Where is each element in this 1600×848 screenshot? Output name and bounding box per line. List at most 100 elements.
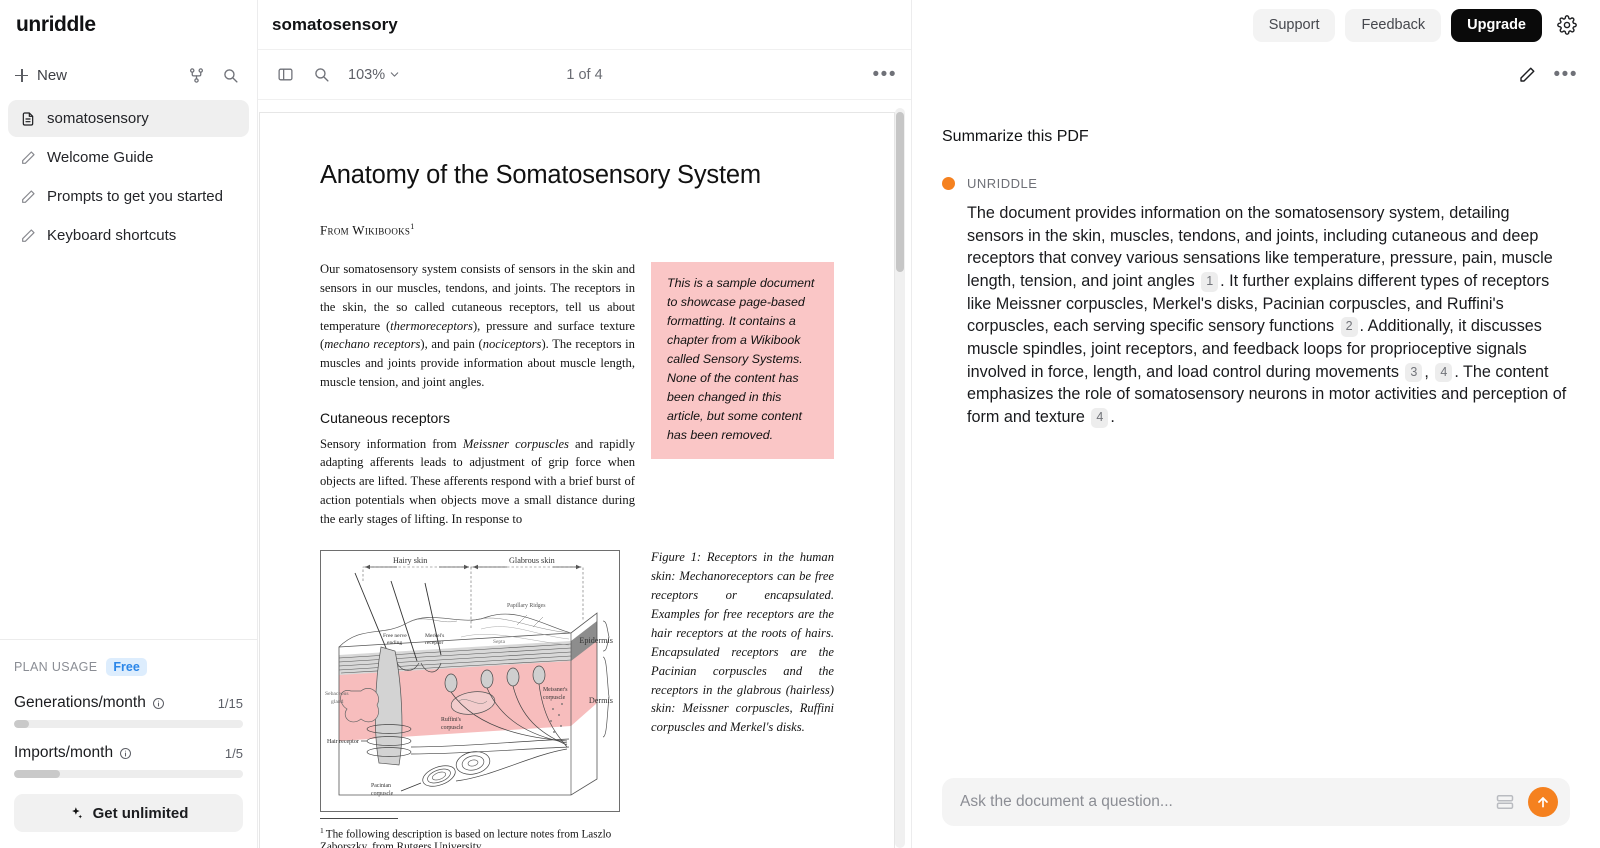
meter-generations-value: 1/15 xyxy=(217,695,243,711)
figure-label-hair-receptor: Hair receptor xyxy=(327,739,359,745)
sparkles-icon xyxy=(69,806,84,821)
document-title: Anatomy of the Somatosensory System xyxy=(320,161,761,189)
upgrade-button[interactable]: Upgrade xyxy=(1451,8,1542,42)
meter-generations: Generations/month 1/15 xyxy=(14,694,243,728)
pdf-page-1: Anatomy of the Somatosensory System From… xyxy=(259,112,895,848)
new-button[interactable]: New xyxy=(14,67,175,84)
sidebar: unriddle New somatosensory Welcome Guide… xyxy=(0,0,258,848)
plan-badge: Free xyxy=(106,658,147,676)
sidebar-item-welcome-guide[interactable]: Welcome Guide xyxy=(8,139,249,176)
support-button[interactable]: Support xyxy=(1252,8,1336,42)
answer-text: , xyxy=(1424,362,1434,381)
citation-badge[interactable]: 4 xyxy=(1435,362,1453,383)
info-icon[interactable] xyxy=(152,697,165,710)
meter-imports-bar xyxy=(14,770,243,778)
meter-generations-bar-fill xyxy=(14,720,30,728)
chat-input-box[interactable]: Ask the document a question... xyxy=(942,778,1570,826)
meter-imports-value: 1/5 xyxy=(224,745,243,761)
zoom-level-dropdown[interactable]: 103% xyxy=(344,65,404,85)
feedback-button[interactable]: Feedback xyxy=(1345,8,1442,42)
figure-label-merkels-receptor-2: receptor xyxy=(425,640,443,646)
figure-label-epidermis: Epidermis xyxy=(579,636,613,645)
new-button-label: New xyxy=(37,66,68,84)
send-button[interactable] xyxy=(1528,787,1558,817)
git-branch-icon[interactable] xyxy=(183,62,209,88)
search-icon[interactable] xyxy=(217,62,243,88)
cards-icon[interactable] xyxy=(1492,789,1518,815)
bot-answer-text: The document provides information on the… xyxy=(942,202,1570,429)
footnote-text: 1 The following description is based on l… xyxy=(320,826,635,848)
figure-label-ruffinis-corpuscle-2: corpuscle xyxy=(441,725,464,731)
get-unlimited-label: Get unlimited xyxy=(92,804,189,822)
panel-left-icon[interactable] xyxy=(272,62,298,88)
info-icon[interactable] xyxy=(119,747,132,760)
pdf-columns: Our somatosensory system consists of sen… xyxy=(320,260,834,542)
brand-logo[interactable]: unriddle xyxy=(0,0,257,50)
gear-icon[interactable] xyxy=(1552,10,1582,40)
sample-note-box: This is a sample document to showcase pa… xyxy=(651,262,834,460)
meter-imports-row: Imports/month 1/5 xyxy=(14,744,243,762)
edit-pencil-icon[interactable] xyxy=(1514,62,1540,88)
zoom-level-value: 103% xyxy=(348,66,386,83)
pencil-icon xyxy=(19,228,36,244)
meter-generations-label: Generations/month xyxy=(14,694,165,712)
document-paragraph-1: Our somatosensory system consists of sen… xyxy=(320,260,635,391)
chat-panel: Support Feedback Upgrade ••• Summarize t… xyxy=(912,0,1600,848)
figure-label-ruffinis-corpuscle: Ruffini's xyxy=(441,716,462,723)
sidebar-item-label: Keyboard shortcuts xyxy=(47,227,177,244)
chat-more-icon[interactable]: ••• xyxy=(1554,65,1578,84)
citation-badge[interactable]: 3 xyxy=(1405,362,1423,383)
pdf-search-icon[interactable] xyxy=(308,62,334,88)
citation-badge[interactable]: 2 xyxy=(1340,317,1358,337)
figure-label-pacinian-corpuscle: Pacinian xyxy=(371,783,391,789)
sidebar-actions-row: New xyxy=(14,58,243,92)
sidebar-item-keyboard-shortcuts[interactable]: Keyboard shortcuts xyxy=(8,217,249,254)
figure-label-sebaceous-gland-2: gland xyxy=(331,699,344,705)
pdf-column-left: Our somatosensory system consists of sen… xyxy=(320,260,635,542)
citation-badge[interactable]: 1 xyxy=(1201,272,1219,292)
figure-label-glabrous-skin: Glabrous skin xyxy=(509,556,555,565)
chat-header: ••• xyxy=(912,50,1600,100)
pdf-toolbar: 103% 1 of 4 ••• xyxy=(258,50,911,100)
pdf-scrollbar-track[interactable] xyxy=(895,108,905,848)
bot-name: UNRIDDLE xyxy=(967,176,1038,191)
pdf-scroll-area[interactable]: Anatomy of the Somatosensory System From… xyxy=(258,100,911,848)
figure-label-pacinian-corpuscle-2: corpuscle xyxy=(371,791,394,797)
paragraph-text: ), and pain ( xyxy=(420,337,483,352)
emphasis-term: mechano receptors xyxy=(324,337,421,352)
figure-label-dermis: Dermis xyxy=(589,696,613,705)
file-document-icon xyxy=(19,111,36,127)
chat-input-placeholder[interactable]: Ask the document a question... xyxy=(960,793,1482,811)
figure-label-hairy-skin: Hairy skin xyxy=(393,556,427,565)
emphasis-term: thermoreceptors xyxy=(390,318,473,333)
footnote-divider xyxy=(320,818,398,820)
figure-label-free-nerve-ending-2: ending xyxy=(387,640,402,646)
app-root: unriddle New somatosensory Welcome Guide… xyxy=(0,0,1600,848)
citation-badge[interactable]: 4 xyxy=(1091,408,1109,428)
bot-message-header: UNRIDDLE xyxy=(942,176,1570,191)
meter-label-text: Imports/month xyxy=(14,744,114,761)
meter-imports: Imports/month 1/5 xyxy=(14,744,243,778)
figure-label-meissners-corpuscle-2: corpuscle xyxy=(543,695,566,701)
sidebar-item-prompts[interactable]: Prompts to get you started xyxy=(8,178,249,215)
pdf-scrollbar-thumb[interactable] xyxy=(896,112,904,272)
get-unlimited-button[interactable]: Get unlimited xyxy=(14,794,243,832)
document-source: From Wikibooks1 xyxy=(320,222,834,238)
figure-label-meissners-corpuscle: Meissner's xyxy=(543,687,568,693)
sidebar-item-label: Welcome Guide xyxy=(47,149,154,166)
emphasis-term: Meissner corpuscles xyxy=(462,436,569,451)
bot-avatar-dot xyxy=(942,177,955,190)
meter-imports-label: Imports/month xyxy=(14,744,132,762)
pdf-figure-row: Hairy skin Glabrous skin Papillary Ridge… xyxy=(320,540,834,848)
figure-label-septa: Septa xyxy=(493,639,506,645)
paragraph-text: Sensory information from xyxy=(320,436,463,451)
pdf-figure-column: Hairy skin Glabrous skin Papillary Ridge… xyxy=(320,540,635,848)
meter-generations-row: Generations/month 1/15 xyxy=(14,694,243,712)
sidebar-item-label: somatosensory xyxy=(47,110,149,127)
sidebar-item-somatosensory[interactable]: somatosensory xyxy=(8,100,249,137)
pdf-caption-column: Figure 1: Receptors in the human skin: M… xyxy=(651,540,834,737)
pdf-more-icon[interactable]: ••• xyxy=(873,65,897,84)
arrow-up-icon xyxy=(1535,794,1551,810)
chevron-down-icon xyxy=(389,69,400,80)
